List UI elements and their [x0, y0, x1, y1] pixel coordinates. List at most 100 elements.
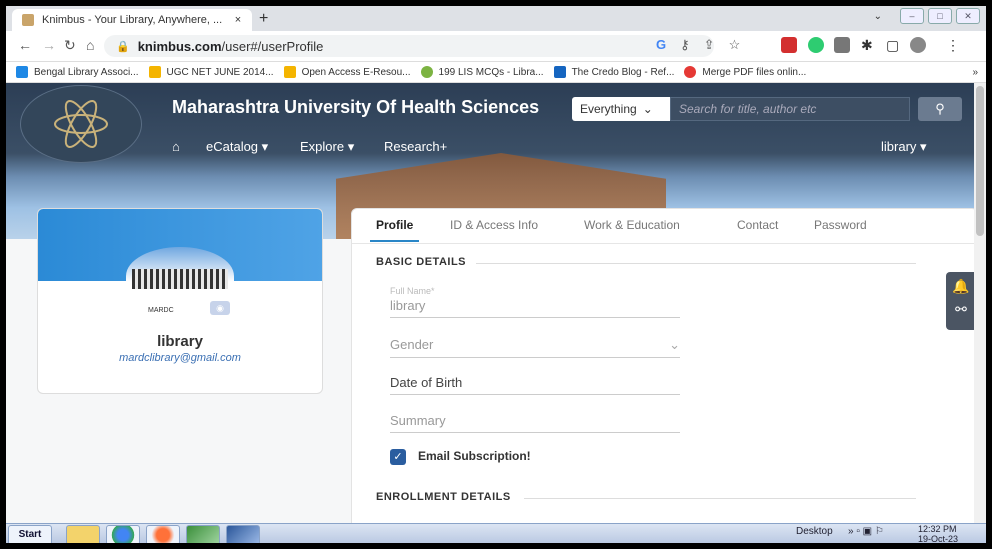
google-icon[interactable]: G — [656, 37, 666, 53]
bookmark-label: Open Access E-Resou... — [301, 66, 411, 78]
tab-close-icon[interactable]: × — [230, 14, 246, 26]
chrome-taskbar-icon[interactable] — [106, 525, 140, 543]
bookmark-item[interactable]: 199 LIS MCQs - Libra... — [420, 66, 544, 78]
summary-textarea[interactable]: Summary — [390, 411, 680, 433]
chevron-down-icon: ⌄ — [642, 102, 653, 116]
maximize-button[interactable]: □ — [928, 8, 952, 24]
back-arrow-icon[interactable]: ← — [18, 37, 32, 53]
share-icon[interactable]: ⇪ — [704, 37, 715, 53]
gender-placeholder: Gender ⌄ — [390, 335, 680, 358]
bookmarks-overflow-icon[interactable]: » — [972, 67, 978, 78]
extension-icon[interactable] — [834, 37, 850, 53]
browser-toolbar: ← → ↻ ⌂ 🔒 knimbus.com /user#/userProfile… — [6, 31, 986, 62]
tab-profile[interactable]: Profile — [369, 218, 420, 242]
clock[interactable]: 12:32 PM 19-Oct-23 — [918, 524, 958, 543]
firefox-taskbar-icon[interactable] — [146, 525, 180, 543]
profile-avatar-icon[interactable] — [910, 37, 926, 53]
site-title[interactable]: Maharashtra University Of Health Science… — [172, 97, 539, 118]
extensions-puzzle-icon[interactable]: ✱ — [861, 37, 873, 54]
reload-icon[interactable]: ↻ — [64, 37, 76, 54]
new-tab-button[interactable]: + — [259, 10, 268, 28]
bookmark-favicon-icon — [553, 66, 566, 78]
date-of-birth-field[interactable]: Date of Birth — [390, 373, 680, 395]
bookmark-item[interactable]: UGC NET JUNE 2014... — [148, 66, 274, 78]
bell-icon[interactable]: 🔔 — [946, 278, 976, 295]
tab-contact[interactable]: Contact — [737, 218, 778, 232]
enrollment-details-heading: ENROLLMENT DETAILS — [376, 491, 511, 503]
key-icon[interactable]: ⚷ — [680, 37, 690, 53]
browser-tab[interactable]: Knimbus - Your Library, Anywhere, ... × — [12, 9, 252, 31]
full-name-label: Full Name* — [390, 286, 435, 296]
bookmark-item[interactable]: The Credo Blog - Ref... — [553, 66, 675, 78]
bookmark-item[interactable]: Merge PDF files onlin... — [684, 66, 806, 78]
basic-details-heading: BASIC DETAILS — [376, 256, 467, 268]
email-subscription-checkbox[interactable]: ✓ — [390, 449, 406, 465]
tab-password[interactable]: Password — [814, 218, 867, 232]
nav-explore[interactable]: Explore ▾ — [300, 139, 354, 155]
screen-frame: Knimbus - Your Library, Anywhere, ... × … — [6, 6, 986, 543]
bookmark-label: The Credo Blog - Ref... — [571, 66, 675, 78]
search-placeholder: Search for title, author etc — [679, 102, 817, 116]
file-explorer-icon[interactable] — [66, 525, 100, 543]
full-name-value: library — [390, 296, 680, 318]
profile-tabs: Profile ID & Access Info Work & Educatio… — [352, 209, 977, 244]
scrollbar-thumb[interactable] — [976, 86, 984, 236]
bookmark-favicon-icon — [420, 66, 433, 78]
bookmark-favicon-icon — [16, 66, 28, 78]
forward-arrow-icon[interactable]: → — [42, 37, 56, 53]
bookmark-label: Merge PDF files onlin... — [702, 66, 807, 78]
word-taskbar-icon[interactable] — [226, 525, 260, 543]
side-panel-icon[interactable]: ▢ — [886, 37, 899, 54]
url-path: /user#/userProfile — [221, 38, 324, 54]
tray-icons[interactable]: » ▫ ▣ ⚐ — [848, 526, 884, 537]
close-window-button[interactable]: ✕ — [956, 8, 980, 24]
bookmark-item[interactable]: Bengal Library Associ... — [16, 66, 139, 78]
bookmark-favicon-icon — [148, 66, 161, 78]
tab-search-chevron-icon[interactable]: ⌄ — [874, 11, 882, 22]
bookmark-star-icon[interactable]: ☆ — [729, 37, 741, 53]
link-icon[interactable]: ⚯ — [946, 301, 976, 318]
green-extension-icon[interactable] — [808, 37, 824, 53]
nav-research[interactable]: Research+ — [384, 139, 447, 154]
search-button[interactable]: ⚲ — [918, 97, 962, 121]
date-of-birth-placeholder: Date of Birth — [390, 373, 680, 395]
clock-date: 19-Oct-23 — [918, 534, 959, 543]
home-icon[interactable]: ⌂ — [86, 37, 94, 53]
lock-icon: 🔒 — [116, 40, 130, 53]
bookmark-item[interactable]: Open Access E-Resou... — [283, 66, 411, 78]
address-bar[interactable]: 🔒 knimbus.com /user#/userProfile — [104, 35, 714, 57]
bookmarks-bar: Bengal Library Associ... UGC NET JUNE 20… — [6, 62, 986, 83]
browser-tabstrip: Knimbus - Your Library, Anywhere, ... × … — [6, 6, 986, 31]
email-subscription-label: Email Subscription! — [418, 449, 531, 463]
minimize-button[interactable]: – — [900, 8, 924, 24]
clock-time: 12:32 PM — [918, 524, 957, 534]
home-nav-icon[interactable]: ⌂ — [172, 139, 180, 154]
bookmark-label: 199 LIS MCQs - Libra... — [438, 66, 544, 78]
gender-select[interactable]: Gender ⌄ — [390, 335, 680, 358]
nav-ecatalog[interactable]: eCatalog ▾ — [206, 139, 268, 155]
user-menu[interactable]: library ▾ — [881, 139, 927, 155]
university-logo[interactable] — [20, 85, 142, 163]
profile-email: mardclibrary@gmail.com — [119, 352, 241, 364]
tab-id-access-info[interactable]: ID & Access Info — [450, 218, 538, 232]
search-input[interactable]: Search for title, author etc — [670, 97, 910, 121]
chevron-down-icon: ⌄ — [669, 337, 680, 352]
pdf-extension-icon[interactable] — [781, 37, 797, 53]
summary-placeholder: Summary — [390, 411, 680, 433]
site-favicon-icon — [22, 14, 34, 26]
bookmark-favicon-icon — [283, 66, 296, 78]
search-scope-select[interactable]: Everything ⌄ — [572, 97, 670, 121]
tab-work-education[interactable]: Work & Education — [584, 218, 680, 232]
profile-form-panel: Profile ID & Access Info Work & Educatio… — [351, 208, 978, 523]
tab-title: Knimbus - Your Library, Anywhere, ... — [42, 14, 223, 26]
bookmark-label: UGC NET JUNE 2014... — [166, 66, 274, 78]
full-name-field[interactable]: Full Name* library — [390, 286, 680, 318]
atom-emblem-icon — [54, 100, 108, 148]
start-button[interactable]: Start — [8, 525, 52, 543]
excel-taskbar-icon[interactable] — [186, 525, 220, 543]
browser-menu-icon[interactable]: ⋮ — [946, 37, 960, 54]
camera-icon[interactable]: ◉ — [210, 301, 230, 315]
desktop-toolbar-label[interactable]: Desktop — [796, 526, 833, 537]
gender-text: Gender — [390, 337, 434, 352]
search-scope-value: Everything — [580, 102, 637, 116]
